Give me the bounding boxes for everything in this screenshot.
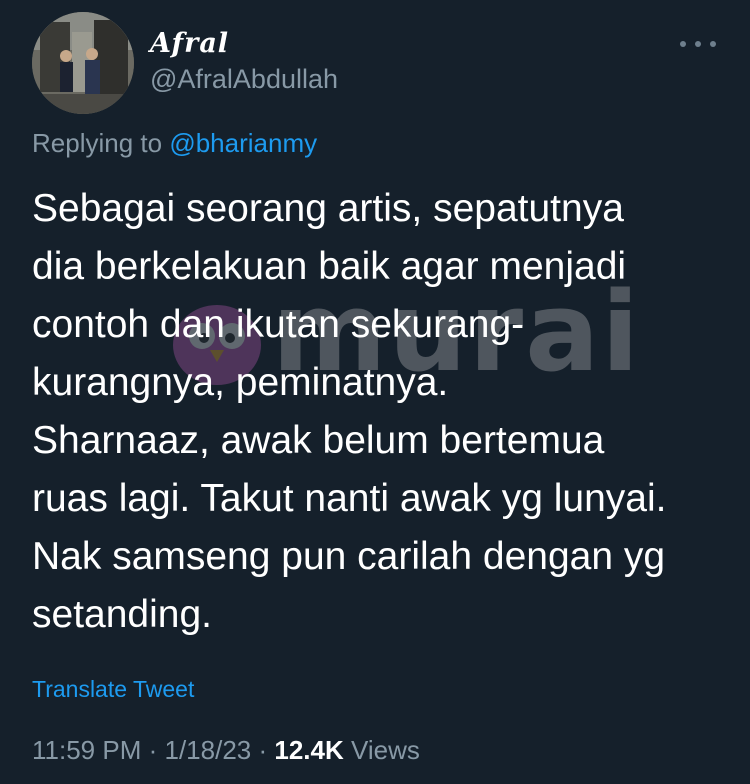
avatar[interactable] (32, 12, 134, 114)
views-label: Views (351, 735, 420, 765)
replying-to: Replying to @bharianmy (32, 128, 317, 159)
reply-mention-link[interactable]: @bharianmy (169, 128, 317, 158)
more-dot (695, 41, 701, 47)
more-dot (710, 41, 716, 47)
author-display-name[interactable]: Afral (150, 28, 229, 59)
avatar-photo (32, 12, 134, 114)
tweet-text: Sebagai seorang artis, sepatutnya dia be… (32, 187, 667, 636)
meta-separator: · (258, 735, 268, 765)
tweet-time[interactable]: 11:59 PM (32, 735, 141, 765)
more-dot (680, 41, 686, 47)
views-count: 12.4K (274, 735, 344, 765)
meta-separator: · (148, 735, 158, 765)
tweet-card: Afral @AfralAbdullah Replying to @bharia… (0, 0, 750, 784)
more-options-icon[interactable] (680, 34, 716, 54)
author-handle[interactable]: @AfralAbdullah (150, 64, 338, 95)
tweet-meta: 11:59 PM · 1/18/23 · 12.4K Views (32, 735, 420, 766)
replying-prefix: Replying to (32, 128, 163, 158)
translate-tweet-link[interactable]: Translate Tweet (32, 676, 194, 703)
tweet-date[interactable]: 1/18/23 (165, 735, 252, 765)
